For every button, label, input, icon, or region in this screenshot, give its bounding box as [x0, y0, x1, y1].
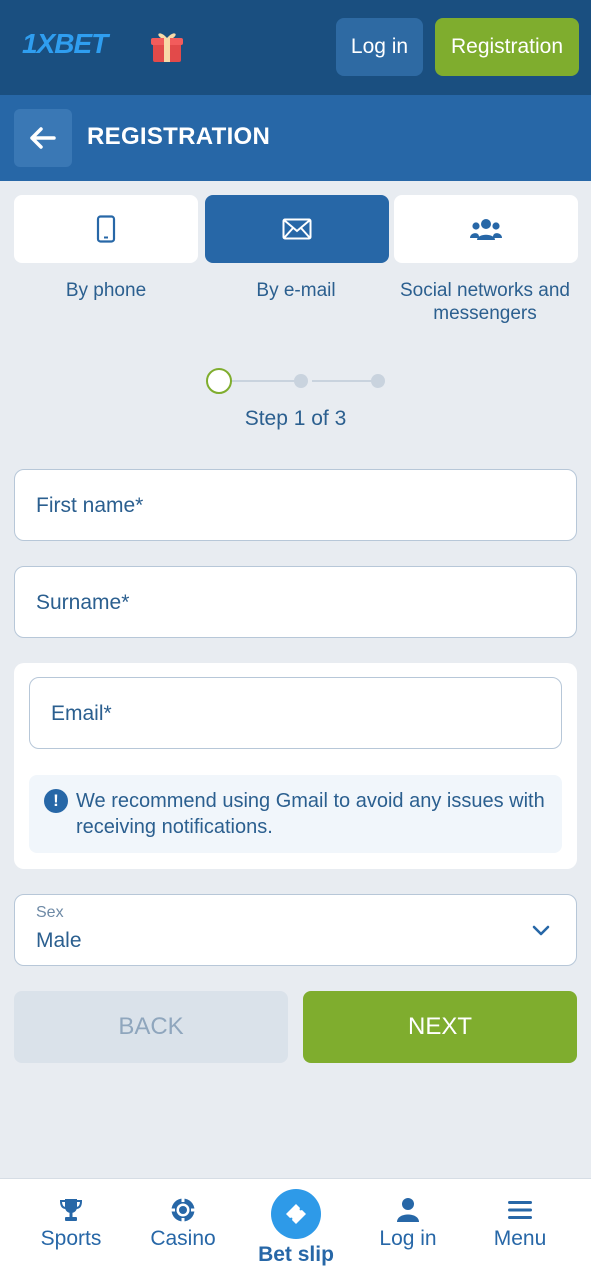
nav-label: Menu: [493, 1227, 547, 1250]
step-2-dot: [294, 374, 308, 388]
email-notice: ! We recommend using Gmail to avoid any …: [29, 775, 562, 853]
nav-menu[interactable]: Menu: [465, 1197, 575, 1251]
logo-text: 1XBET: [22, 28, 108, 59]
page-title-bar: REGISTRATION: [0, 95, 591, 181]
user-icon: [397, 1198, 419, 1222]
sex-label: Sex: [36, 904, 64, 921]
tab-social-networks[interactable]: [394, 195, 578, 263]
nav-casino[interactable]: Casino: [128, 1197, 238, 1251]
users-icon: [470, 219, 502, 240]
nav-label: Sports: [40, 1227, 102, 1250]
email-card: Email* ! We recommend using Gmail to avo…: [14, 663, 577, 869]
arrow-left-icon: [30, 127, 56, 149]
nav-label: Bet slip: [258, 1243, 334, 1266]
email-placeholder: Email*: [51, 702, 112, 725]
tab-label-by-phone[interactable]: By phone: [11, 279, 201, 302]
hamburger-icon: [508, 1201, 532, 1219]
tab-by-email[interactable]: [205, 195, 389, 263]
step-indicator: [206, 368, 386, 394]
phone-icon: [96, 215, 116, 243]
top-header: 1XBET Log in Registration: [0, 0, 591, 95]
bet-slip-badge: [271, 1189, 321, 1239]
email-notice-text: We recommend using Gmail to avoid any is…: [76, 790, 545, 838]
nav-label: Log in: [379, 1227, 437, 1250]
first-name-field[interactable]: First name*: [14, 469, 577, 541]
first-name-placeholder: First name*: [36, 494, 144, 517]
page-title: REGISTRATION: [87, 123, 271, 150]
sex-value: Male: [36, 929, 82, 952]
exclamation-icon: !: [44, 789, 68, 813]
step-text: Step 1 of 3: [244, 407, 347, 430]
back-button[interactable]: BACK: [14, 991, 288, 1063]
email-field[interactable]: Email*: [29, 677, 562, 749]
nav-login[interactable]: Log in: [353, 1197, 463, 1251]
ticket-icon: [286, 1204, 306, 1224]
step-1-current: [206, 368, 232, 394]
bottom-navigation: Sports Casino Bet slip Log in Menu: [0, 1178, 591, 1280]
tab-by-phone[interactable]: [14, 195, 198, 263]
casino-chip-icon: [171, 1198, 195, 1222]
logo[interactable]: 1XBET: [22, 28, 108, 60]
sex-select[interactable]: Sex Male: [14, 894, 577, 966]
back-arrow-button[interactable]: [14, 109, 72, 167]
nav-label: Casino: [150, 1227, 216, 1250]
surname-field[interactable]: Surname*: [14, 566, 577, 638]
surname-placeholder: Surname*: [36, 591, 130, 614]
nav-sports[interactable]: Sports: [16, 1197, 126, 1251]
nav-bet-slip[interactable]: Bet slip: [246, 1189, 346, 1267]
trophy-icon: [59, 1199, 83, 1221]
step-3-dot: [371, 374, 385, 388]
tab-label-social[interactable]: Social networks and messengers: [390, 279, 580, 325]
login-button[interactable]: Log in: [336, 18, 423, 76]
step-connector: [312, 380, 378, 382]
envelope-icon: [282, 218, 312, 240]
tab-label-by-email[interactable]: By e-mail: [201, 279, 391, 302]
next-button[interactable]: NEXT: [303, 991, 577, 1063]
chevron-down-icon: [532, 925, 550, 936]
registration-button[interactable]: Registration: [435, 18, 579, 76]
gift-icon[interactable]: [150, 28, 184, 64]
